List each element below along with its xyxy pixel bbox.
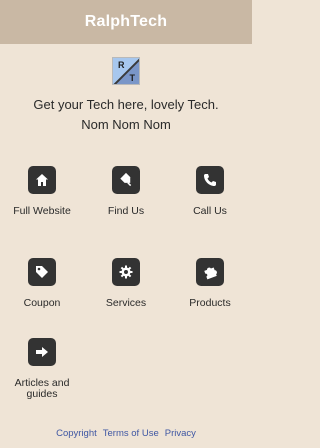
tile-full-website[interactable]: Full Website (0, 166, 84, 217)
tile-find-us[interactable]: Find Us (84, 166, 168, 217)
logo-letter-t: T (129, 73, 136, 83)
phone-icon (196, 166, 224, 194)
tile-label-coupon: Coupon (23, 297, 61, 309)
phone-icon (204, 174, 216, 186)
footer-link-terms-of-use[interactable]: Terms of Use (103, 428, 159, 439)
tile-label-full-website: Full Website (13, 205, 71, 217)
arrow-right-icon (36, 347, 48, 357)
footer: Copyright Terms of Use Privacy (0, 418, 252, 448)
tagline: Get your Tech here, lovely Tech. Nom Nom… (33, 97, 219, 132)
map-pin-icon (120, 172, 132, 187)
footer-link-copyright[interactable]: Copyright (56, 428, 97, 439)
tag-icon (36, 266, 48, 278)
logo-letter-r: R (118, 60, 125, 70)
home-icon (28, 166, 56, 194)
puzzle-icon (204, 267, 217, 280)
tile-label-services: Services (105, 297, 147, 309)
tile-coupon[interactable]: Coupon (0, 258, 84, 309)
puzzle-icon (196, 258, 224, 286)
tile-label-articles-and-guides: Articles and guides (14, 377, 70, 400)
logo-container: R T (0, 57, 252, 85)
ralphtech-logo: R T (112, 57, 140, 85)
tag-icon (28, 258, 56, 286)
header-bar: RalphTech (0, 0, 252, 44)
tile-call-us[interactable]: Call Us (168, 166, 252, 217)
tile-label-call-us: Call Us (193, 205, 227, 217)
tile-products[interactable]: Products (168, 258, 252, 309)
gear-icon (112, 258, 140, 286)
arrow-right-icon (28, 338, 56, 366)
tile-articles-and-guides[interactable]: Articles and guides (0, 338, 84, 400)
map-pin-icon (112, 166, 140, 194)
tile-label-products: Products (189, 297, 231, 309)
app-title: RalphTech (84, 13, 168, 30)
home-icon (36, 174, 48, 186)
gear-icon (119, 265, 133, 279)
footer-link-privacy[interactable]: Privacy (165, 428, 196, 439)
tile-label-find-us: Find Us (107, 205, 145, 217)
tile-services[interactable]: Services (84, 258, 168, 309)
